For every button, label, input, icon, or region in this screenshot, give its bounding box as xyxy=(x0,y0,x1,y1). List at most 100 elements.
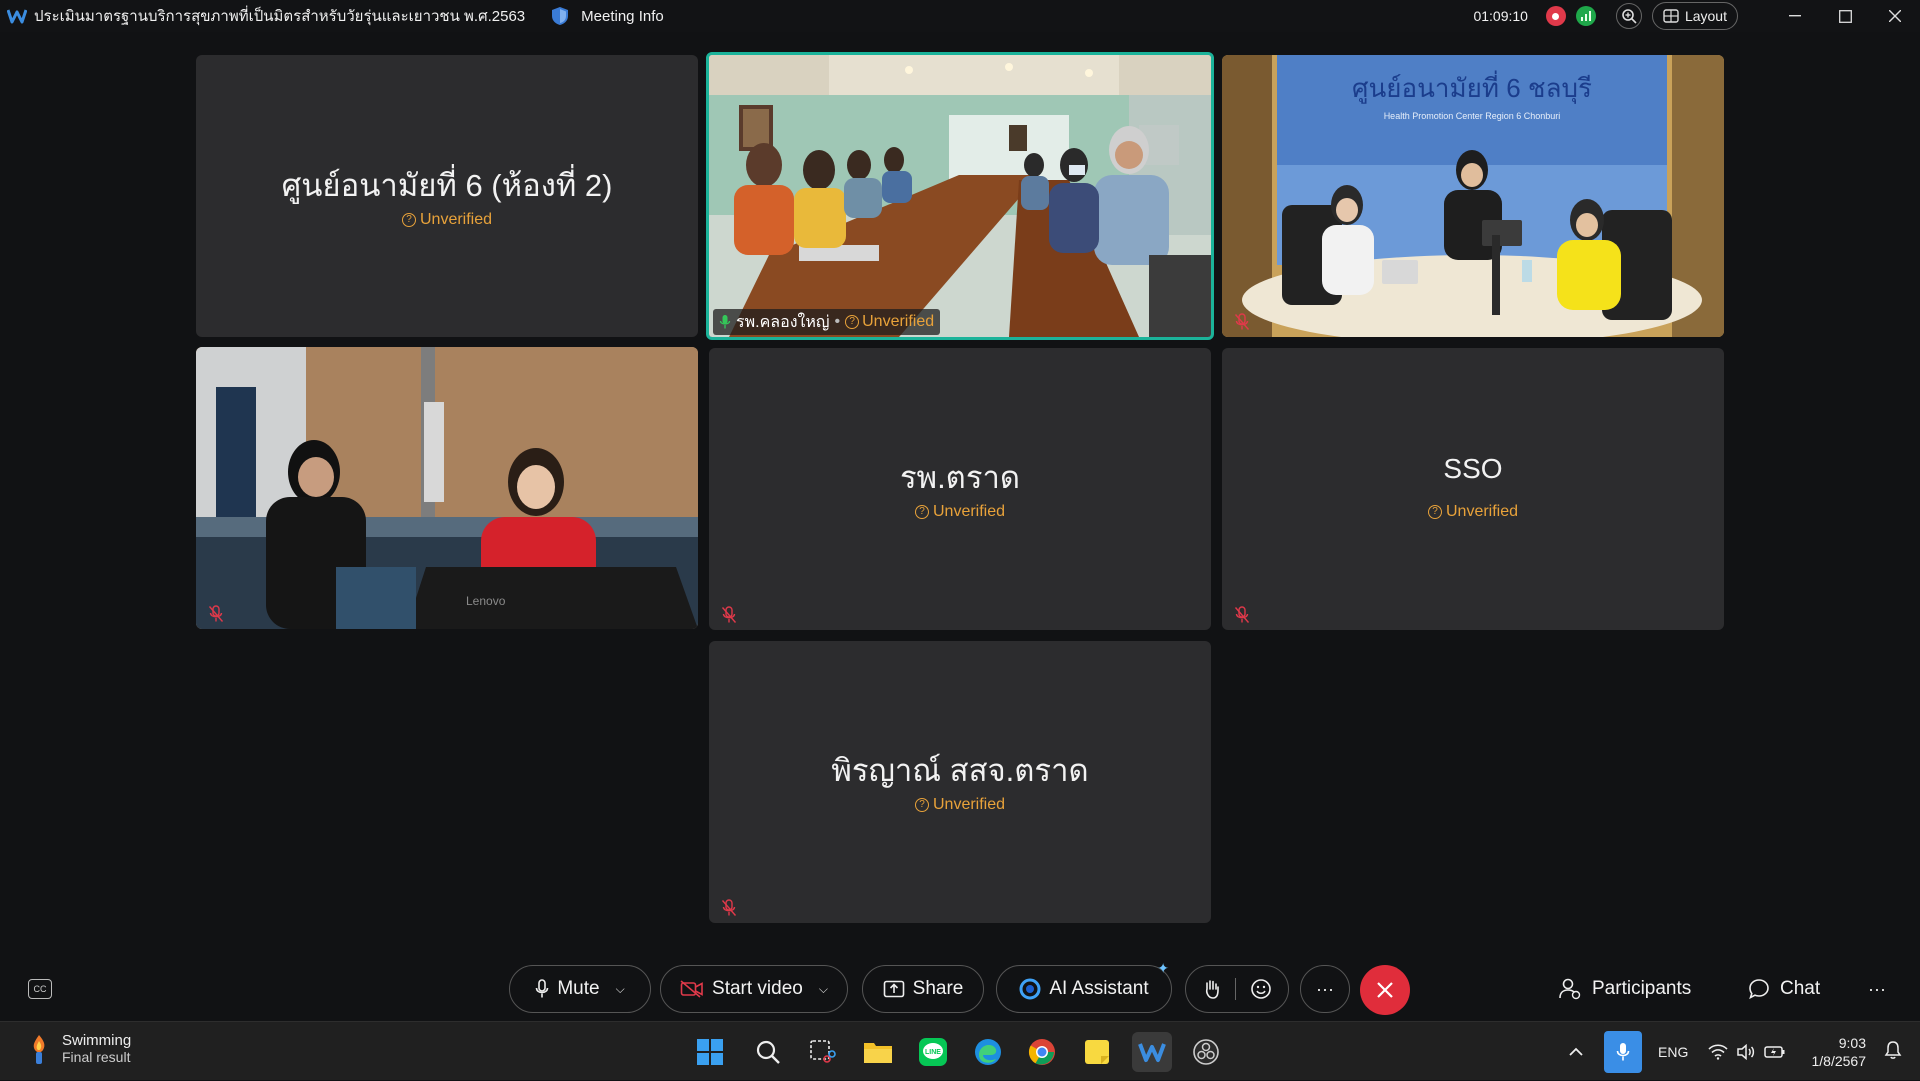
close-icon xyxy=(1377,982,1393,998)
unverified-label: Unverified xyxy=(862,313,935,330)
network-signal-icon[interactable] xyxy=(1575,6,1596,26)
unverified-label: Unverified xyxy=(932,796,1006,813)
microphone-icon xyxy=(719,315,731,329)
emoji-reaction-icon[interactable] xyxy=(1250,978,1272,1000)
participants-button[interactable]: Participants xyxy=(1558,965,1691,1013)
muted-microphone-icon xyxy=(208,605,224,622)
closed-captions-icon[interactable]: CC xyxy=(28,979,52,999)
close-icon[interactable] xyxy=(1870,0,1920,32)
divider xyxy=(1234,978,1236,1000)
edge-browser-icon[interactable] xyxy=(968,1032,1008,1072)
layout-label: Layout xyxy=(1684,8,1727,24)
laptop-brand: Lenovo xyxy=(466,594,506,608)
wifi-icon[interactable] xyxy=(1708,1043,1728,1060)
language-indicator[interactable]: ENG xyxy=(1658,1044,1688,1060)
layout-button[interactable]: Layout xyxy=(1651,2,1738,30)
question-icon: ? xyxy=(401,213,416,227)
more-panels-button[interactable]: ··· xyxy=(1868,965,1886,1013)
start-video-button[interactable]: Start video ⌵ xyxy=(660,965,848,1013)
share-label: Share xyxy=(912,978,964,999)
windows-start-icon[interactable] xyxy=(690,1032,730,1072)
ai-assistant-button[interactable]: AI Assistant ✦ xyxy=(996,960,1172,1013)
unverified-label: Unverified xyxy=(1445,503,1519,520)
participant-tile[interactable]: Lenovo xyxy=(196,347,698,629)
chat-button[interactable]: Chat xyxy=(1748,965,1820,1013)
system-tray: ENG xyxy=(1568,1022,1786,1081)
muted-microphone-icon xyxy=(1234,313,1250,330)
participant-tile-active-speaker[interactable]: รพ.คลองใหญ่ • ? Unverified xyxy=(706,52,1214,340)
participant-tile[interactable]: SSO ? Unverified xyxy=(1222,348,1724,630)
participant-tile[interactable]: ศูนย์อนามัยที่ 6 (ห้องที่ 2) ? Unverifie… xyxy=(196,55,698,337)
mute-button[interactable]: Mute ⌵ xyxy=(509,965,651,1013)
recording-icon[interactable] xyxy=(1545,6,1566,26)
share-icon xyxy=(883,980,904,998)
more-options-label: ··· xyxy=(1316,978,1334,999)
participant-tile[interactable]: ศูนย์อนามัยที่ 6 ชลบุรี Health Promotion… xyxy=(1222,55,1724,337)
participant-tile[interactable]: พิรญาณ์ สสจ.ตราด ? Unverified xyxy=(709,641,1211,923)
clock-date: 1/8/2567 xyxy=(1811,1053,1867,1069)
chevron-down-icon[interactable]: ⌵ xyxy=(616,982,625,997)
unverified-label: Unverified xyxy=(932,503,1006,520)
unverified-badge: ? Unverified xyxy=(1222,503,1724,521)
maximize-icon[interactable] xyxy=(1820,0,1870,32)
microphone-icon xyxy=(536,979,549,998)
zoom-icon[interactable] xyxy=(1615,3,1642,29)
meeting-info-button[interactable]: Meeting Info xyxy=(551,6,664,26)
ai-assistant-icon xyxy=(1019,978,1041,1000)
muted-microphone-icon xyxy=(721,899,737,916)
file-explorer-icon[interactable] xyxy=(858,1032,898,1072)
participant-label: รพ.คลองใหญ่ • ? Unverified xyxy=(713,309,941,335)
webex-app-icon[interactable] xyxy=(1132,1032,1172,1072)
chevron-up-icon[interactable] xyxy=(1568,1047,1584,1057)
video-off-icon xyxy=(680,980,703,998)
chevron-down-icon[interactable]: ⌵ xyxy=(819,982,828,997)
minimize-icon[interactable] xyxy=(1770,0,1820,32)
unverified-badge: ? Unverified xyxy=(196,211,698,229)
share-button[interactable]: Share xyxy=(862,965,984,1013)
unverified-label: Unverified xyxy=(419,211,493,228)
participant-video: Lenovo xyxy=(196,347,698,629)
end-call-button[interactable] xyxy=(1360,965,1410,1015)
participant-name: SSO xyxy=(1443,453,1503,484)
participant-video xyxy=(709,55,1211,337)
participant-video: ศูนย์อนามัยที่ 6 ชลบุรี Health Promotion… xyxy=(1222,55,1724,337)
meeting-controls: CC Mute ⌵ Start video ⌵ Share AI Assista… xyxy=(0,960,1920,1015)
muted-microphone-icon xyxy=(721,606,737,623)
participant-tile[interactable]: รพ.ตราด ? Unverified xyxy=(709,348,1211,630)
title-bar: ประเมินมาตรฐานบริการสุขภาพที่เป็นมิตรสำห… xyxy=(0,0,1920,32)
sparkle-icon: ✦ xyxy=(1157,960,1169,976)
layout-grid-icon xyxy=(1663,9,1679,23)
search-icon[interactable] xyxy=(748,1032,788,1072)
meeting-info-label: Meeting Info xyxy=(581,7,664,25)
weather-subtitle: Final result xyxy=(62,1049,131,1065)
microphone-in-use-icon[interactable] xyxy=(1604,1030,1642,1073)
sticky-notes-icon[interactable] xyxy=(1077,1032,1117,1072)
shield-icon xyxy=(552,7,569,25)
muted-microphone-icon xyxy=(1234,606,1250,623)
volume-icon[interactable] xyxy=(1736,1043,1756,1060)
torch-icon xyxy=(33,1034,45,1064)
participant-name: รพ.ตราด xyxy=(899,460,1021,495)
reactions-group xyxy=(1185,965,1289,1013)
chrome-browser-icon[interactable] xyxy=(1022,1032,1062,1072)
banner-title: ศูนย์อนามัยที่ 6 ชลบุรี xyxy=(1352,70,1592,104)
unverified-badge: ? Unverified xyxy=(845,313,934,331)
raise-hand-icon[interactable] xyxy=(1203,978,1221,1000)
participant-name: พิรญาณ์ สสจ.ตราด xyxy=(831,753,1089,788)
unverified-badge: ? Unverified xyxy=(709,796,1211,814)
line-app-icon[interactable]: LINE xyxy=(913,1032,953,1072)
svg-text:LINE: LINE xyxy=(925,1049,941,1056)
snipping-tool-icon[interactable] xyxy=(802,1032,842,1072)
question-icon: ? xyxy=(1427,505,1442,519)
battery-icon[interactable] xyxy=(1764,1044,1786,1060)
obs-icon[interactable] xyxy=(1186,1032,1226,1072)
notification-bell-icon[interactable] xyxy=(1884,1040,1902,1065)
weather-widget[interactable]: Swimming Final result xyxy=(26,1032,131,1065)
participant-name: ศูนย์อนามัยที่ 6 (ห้องที่ 2) xyxy=(281,168,613,203)
meeting-title: ประเมินมาตรฐานบริการสุขภาพที่เป็นมิตรสำห… xyxy=(34,8,526,25)
chat-label: Chat xyxy=(1780,978,1821,999)
system-clock[interactable]: 9:03 1/8/2567 xyxy=(1812,1034,1867,1070)
more-options-button[interactable]: ··· xyxy=(1300,965,1350,1013)
webex-logo-icon xyxy=(6,7,28,25)
question-icon: ? xyxy=(845,315,860,329)
